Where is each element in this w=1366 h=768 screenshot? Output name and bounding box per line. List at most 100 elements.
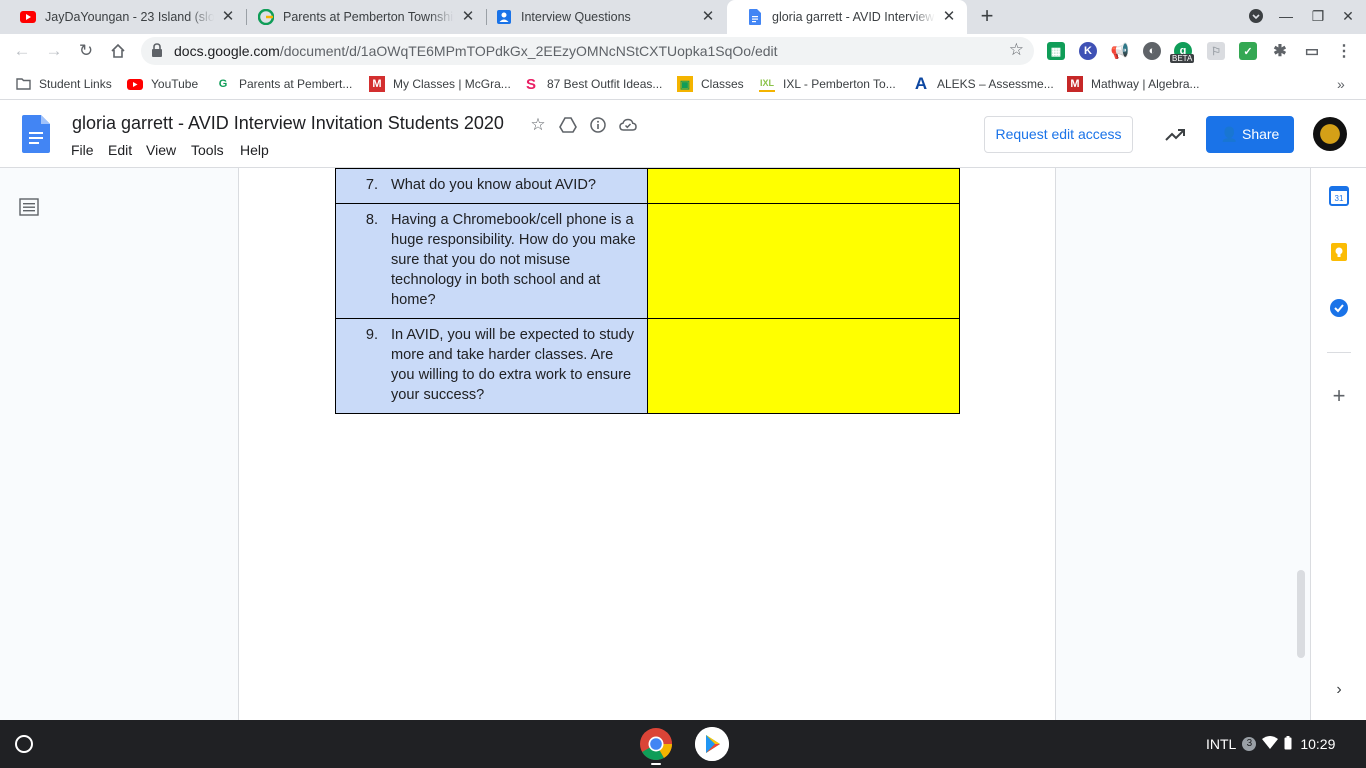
account-avatar[interactable]: [1313, 117, 1347, 151]
bookmark-classes[interactable]: ▣ Classes: [677, 75, 744, 93]
tab-interview-questions[interactable]: Interview Questions ✕: [476, 0, 726, 34]
answer-cell[interactable]: [646, 168, 961, 204]
bookmark-label: My Classes | McGra...: [393, 77, 511, 91]
running-indicator: [651, 763, 661, 765]
play-store-icon[interactable]: [695, 727, 729, 761]
docs-home-icon[interactable]: [22, 115, 50, 153]
bookmark-label: YouTube: [151, 77, 199, 91]
battery-icon: [1284, 735, 1292, 753]
share-person-icon: 👤: [1220, 126, 1242, 142]
new-tab-button[interactable]: +: [976, 5, 998, 27]
google-classroom-icon: [258, 9, 274, 25]
question-cell[interactable]: 8. Having a Chromebook/cell phone is a hu…: [335, 203, 648, 319]
aleks-icon: A: [914, 74, 928, 93]
more-menu-icon[interactable]: ⋮: [1335, 42, 1353, 60]
lock-icon: [151, 43, 165, 59]
vertical-scrollbar[interactable]: [1297, 570, 1305, 658]
google-tasks-icon[interactable]: [1329, 298, 1349, 318]
google-docs-icon: [747, 9, 763, 25]
bookmark-label: 87 Best Outfit Ideas...: [547, 77, 663, 91]
side-panel-divider: [1327, 352, 1351, 353]
menu-help[interactable]: Help: [240, 142, 269, 158]
bookmark-aleks[interactable]: A ALEKS – Assessme...: [913, 74, 1054, 93]
star-icon[interactable]: ☆: [528, 115, 548, 135]
back-button[interactable]: ←: [10, 39, 34, 63]
share-button[interactable]: 👤 Share: [1206, 116, 1294, 153]
bookmark-student-links[interactable]: Student Links: [15, 75, 112, 93]
tab-youtube[interactable]: JayDaYoungan - 23 Island (slow ✕: [0, 0, 246, 34]
google-keep-icon[interactable]: [1329, 242, 1349, 262]
clock-time: 10:29: [1300, 736, 1336, 752]
answer-cell[interactable]: [646, 203, 961, 319]
tab-search-icon[interactable]: [1245, 5, 1267, 27]
menu-file[interactable]: File: [71, 142, 94, 158]
close-tab-icon[interactable]: ✕: [220, 9, 236, 25]
answer-cell[interactable]: [646, 318, 961, 414]
menu-tools[interactable]: Tools: [191, 142, 224, 158]
request-edit-access-button[interactable]: Request edit access: [984, 116, 1133, 153]
notification-count-badge: 3: [1242, 737, 1257, 751]
activity-dashboard-icon[interactable]: [1164, 124, 1186, 146]
cloud-status-icon[interactable]: [618, 115, 638, 135]
tab-title: Interview Questions: [521, 10, 631, 24]
google-sheets-extension-icon[interactable]: ▦: [1047, 42, 1065, 60]
tab-gloria-garrett-doc[interactable]: gloria garrett - AVID Interview In ✕: [727, 0, 967, 34]
close-tab-icon[interactable]: ✕: [700, 9, 716, 25]
address-bar[interactable]: docs.google.com/document/d/1aOWqTE6MPmTO…: [141, 37, 1034, 65]
forward-button[interactable]: →: [42, 39, 66, 63]
beta-badge: BETA: [1170, 54, 1195, 63]
questions-table: 7. What do you know about AVID? 8. Having …: [335, 168, 961, 414]
expand-panel-icon[interactable]: ›: [1329, 680, 1349, 700]
bookmark-mcgraw-hill[interactable]: M My Classes | McGra...: [369, 75, 511, 93]
s-icon: S: [525, 75, 536, 93]
google-forms-icon: [496, 9, 512, 25]
bookmark-outfit-ideas[interactable]: S 87 Best Outfit Ideas...: [523, 75, 662, 93]
document-info-icon[interactable]: [588, 115, 608, 135]
url-host: docs.google.com: [174, 43, 280, 59]
menu-view[interactable]: View: [146, 142, 176, 158]
bookmarks-overflow-icon[interactable]: »: [1337, 75, 1345, 93]
reload-button[interactable]: ↻: [74, 39, 98, 63]
question-cell[interactable]: 9. In AVID, you will be expected to study…: [335, 318, 648, 414]
input-method-label: INTL: [1206, 736, 1237, 752]
table-row: 9. In AVID, you will be expected to study…: [335, 318, 961, 414]
read-aloud-extension-icon[interactable]: ◐: [1143, 42, 1161, 60]
grayed-extension-icon[interactable]: ⚐: [1207, 42, 1225, 60]
restore-icon[interactable]: ❐: [1307, 5, 1329, 27]
cast-icon[interactable]: ▭: [1303, 42, 1321, 60]
close-window-icon[interactable]: ✕: [1337, 5, 1359, 27]
get-add-ons-icon[interactable]: +: [1329, 385, 1349, 407]
status-tray[interactable]: INTL 3 10:29: [1206, 730, 1335, 758]
chrome-icon[interactable]: [639, 727, 673, 761]
classroom-icon: ▣: [677, 76, 693, 92]
launcher-icon[interactable]: [15, 735, 33, 753]
kami-extension-icon[interactable]: K: [1079, 42, 1097, 60]
extensions-puzzle-icon[interactable]: ✱: [1271, 42, 1289, 60]
move-to-drive-icon[interactable]: [558, 115, 578, 135]
bookmark-youtube[interactable]: YouTube: [127, 75, 198, 93]
bookmark-star-icon[interactable]: ☆: [1009, 40, 1024, 60]
table-row: 7. What do you know about AVID?: [335, 168, 961, 204]
google-calendar-icon[interactable]: 31: [1329, 186, 1349, 206]
minimize-icon[interactable]: —: [1275, 5, 1297, 27]
bookmark-ixl[interactable]: IXL IXL - Pemberton To...: [759, 75, 896, 93]
close-tab-icon[interactable]: ✕: [460, 9, 476, 25]
mcgraw-hill-icon: M: [369, 76, 385, 92]
outline-panel: [0, 168, 238, 720]
document-outline-icon[interactable]: [19, 198, 39, 216]
question-cell[interactable]: 7. What do you know about AVID?: [335, 168, 648, 204]
document-title[interactable]: gloria garrett - AVID Interview Invitati…: [72, 113, 504, 134]
right-gutter: [1056, 168, 1310, 720]
bookmark-label: IXL - Pemberton To...: [783, 77, 896, 91]
tab-title: gloria garrett - AVID Interview In: [772, 10, 935, 24]
checklist-extension-icon[interactable]: ✓: [1239, 42, 1257, 60]
megaphone-extension-icon[interactable]: 📢: [1111, 42, 1130, 60]
home-button[interactable]: [106, 39, 130, 63]
close-tab-icon[interactable]: ✕: [941, 9, 957, 25]
bookmark-mathway[interactable]: M Mathway | Algebra...: [1067, 75, 1200, 93]
menu-edit[interactable]: Edit: [108, 142, 132, 158]
wifi-icon: [1262, 736, 1279, 752]
calendar-day: 31: [1335, 194, 1344, 203]
bookmark-parents-pemberton[interactable]: G Parents at Pembert...: [215, 75, 353, 93]
tab-classroom[interactable]: Parents at Pemberton Township ✕: [238, 0, 486, 34]
